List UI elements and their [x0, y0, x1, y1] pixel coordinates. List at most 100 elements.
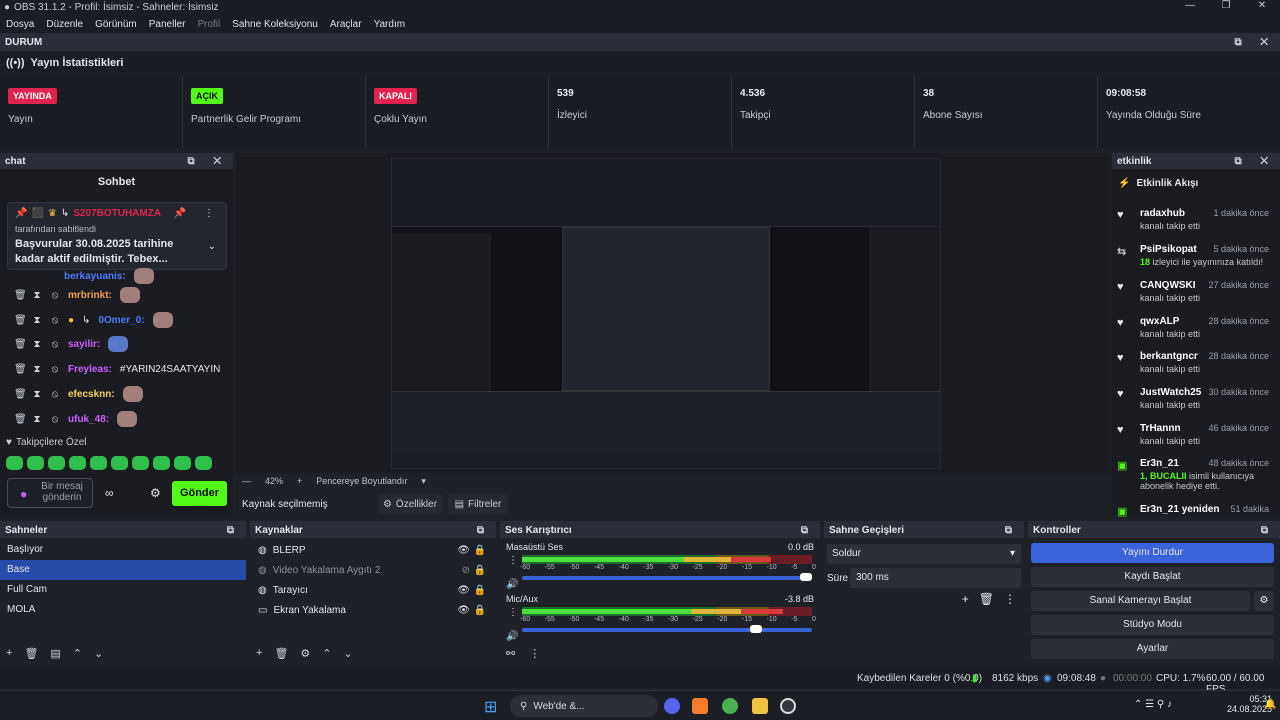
ban-icon[interactable]: ⦸ — [50, 414, 60, 425]
zoom-out-icon[interactable]: — — [242, 476, 251, 486]
emote[interactable] — [48, 456, 65, 470]
menu-gorunum[interactable]: Görünüm — [95, 19, 137, 30]
discord-icon[interactable] — [664, 698, 680, 714]
emote[interactable] — [111, 456, 128, 470]
chat-user[interactable]: sayilir: — [68, 339, 100, 350]
menu-sahne-koleksiyonu[interactable]: Sahne Koleksiyonu — [232, 19, 318, 30]
delete-icon[interactable]: 🗑 — [14, 339, 27, 350]
source-item[interactable]: ◍ BLERP 👁 🔒 — [250, 540, 496, 560]
folder-icon[interactable] — [752, 698, 768, 714]
chat-user[interactable]: ufuk_48: — [68, 414, 109, 425]
windows-start-icon[interactable]: ⊞ — [484, 697, 497, 717]
eye-icon[interactable]: 👁 — [457, 585, 470, 596]
lock-icon[interactable]: 🔒 — [474, 605, 486, 616]
trash-icon[interactable]: 🗑 — [274, 647, 288, 660]
source-item[interactable]: ◍ Video Yakalama Aygıtı 2 ⊘ 🔒 — [250, 560, 496, 580]
ban-icon[interactable]: ⦸ — [50, 389, 60, 400]
emote[interactable] — [153, 456, 170, 470]
dock-float-icon[interactable]: ⧉ — [1005, 525, 1020, 536]
dock-float-icon[interactable]: ⧉ — [801, 525, 816, 536]
filters-button[interactable]: ▤ Filtreler — [448, 494, 508, 514]
menu-profil[interactable]: Profil — [197, 19, 220, 30]
emote[interactable] — [6, 456, 23, 470]
zoom-in-icon[interactable]: + — [297, 476, 302, 486]
properties-button[interactable]: ⚙ Özellikler — [378, 494, 442, 514]
chat-user[interactable]: mrbrinkt: — [68, 290, 112, 301]
link-icon[interactable]: ⚯ — [506, 647, 515, 660]
up-icon[interactable]: ⌃ — [73, 647, 82, 660]
timeout-icon[interactable]: ⧗ — [32, 290, 42, 301]
menu-duzenle[interactable]: Düzenle — [46, 19, 83, 30]
gear-icon[interactable]: ⚙ — [1254, 591, 1274, 611]
menu-yardim[interactable]: Yardım — [374, 19, 406, 30]
chrome-icon[interactable] — [722, 698, 738, 714]
more-icon[interactable]: ⋮ — [529, 647, 540, 660]
obs-icon[interactable] — [780, 698, 796, 714]
ban-icon[interactable]: ⦸ — [50, 364, 60, 375]
more-icon[interactable]: ⋮ — [204, 208, 214, 219]
dock-float-icon[interactable]: ⧉ — [477, 525, 492, 536]
dock-float-icon[interactable]: ⧉ — [1261, 525, 1276, 536]
chat-user[interactable]: 0Omer_0: — [98, 315, 144, 326]
trash-icon[interactable]: 🗑 — [24, 647, 38, 660]
speaker-icon[interactable]: 🔊 — [506, 579, 518, 590]
up-icon[interactable]: ⌃ — [322, 647, 331, 660]
pinned-message[interactable]: 📌 ⬛ ♛ ↳ S207BOTUHAMZA 📌 ⋮ tarafından sab… — [7, 202, 227, 270]
maximize-icon[interactable]: ❐ — [1208, 0, 1244, 11]
studio-mode-button[interactable]: Stüdyo Modu — [1031, 615, 1274, 635]
start-recording-button[interactable]: Kaydı Başlat — [1031, 567, 1274, 587]
scene-item[interactable]: Full Cam — [0, 580, 246, 600]
emote[interactable] — [132, 456, 149, 470]
gear-icon[interactable]: ⚙ — [300, 647, 310, 660]
timeout-icon[interactable]: ⧗ — [32, 315, 42, 326]
delete-icon[interactable]: 🗑 — [14, 389, 27, 400]
timeout-icon[interactable]: ⧗ — [32, 339, 42, 350]
emote[interactable] — [174, 456, 191, 470]
menu-araclar[interactable]: Araçlar — [330, 19, 362, 30]
transition-select[interactable]: Soldur ▾ — [827, 544, 1021, 564]
lock-icon[interactable]: 🔒 — [474, 585, 486, 596]
volume-slider[interactable] — [522, 625, 812, 633]
ban-icon[interactable]: ⦸ — [50, 339, 60, 350]
source-item[interactable]: ▭ Ekran Yakalama 👁 🔒 — [250, 600, 496, 620]
fit-window[interactable]: Pencereye Boyutlandır — [316, 476, 407, 486]
chevron-down-icon[interactable]: ▾ — [421, 476, 426, 487]
delete-icon[interactable]: 🗑 — [14, 315, 27, 326]
emote[interactable] — [69, 456, 86, 470]
timeout-icon[interactable]: ⧗ — [32, 364, 42, 375]
chat-input[interactable]: ● Bir mesaj gönderin — [7, 478, 93, 508]
unpin-icon[interactable]: 📌 — [174, 208, 186, 219]
infinity-icon[interactable]: ∞ — [105, 486, 114, 500]
source-item[interactable]: ◍ Tarayıcı 👁 🔒 — [250, 580, 496, 600]
volume-slider[interactable] — [522, 573, 812, 581]
ban-icon[interactable]: ⦸ — [50, 315, 60, 326]
close-icon[interactable]: ✕ — [1244, 0, 1280, 11]
virtual-camera-button[interactable]: Sanal Kamerayı Başlat — [1031, 591, 1250, 611]
tray-icons[interactable]: ⌃ ☰ ⚲ ♪ — [1134, 699, 1172, 710]
brave-icon[interactable] — [692, 698, 708, 714]
delete-icon[interactable]: 🗑 — [14, 290, 27, 301]
add-icon[interactable]: + — [962, 592, 969, 606]
menu-dosya[interactable]: Dosya — [6, 19, 34, 30]
eye-icon[interactable]: 👁 — [457, 605, 470, 616]
emote[interactable] — [90, 456, 107, 470]
emote[interactable] — [195, 456, 212, 470]
chat-user[interactable]: Freyleas: — [68, 364, 112, 375]
speaker-icon[interactable]: 🔊 — [506, 631, 518, 642]
dock-float-icon[interactable]: ⧉ — [227, 525, 242, 536]
settings-button[interactable]: Ayarlar — [1031, 639, 1274, 659]
scene-item[interactable]: MOLA — [0, 600, 246, 620]
dock-controls-icon[interactable]: ⧉ ✕ — [187, 156, 229, 167]
lock-icon[interactable]: 🔒 — [474, 545, 486, 556]
timeout-icon[interactable]: ⧗ — [32, 389, 42, 400]
scene-item[interactable]: Başlıyor — [0, 540, 246, 560]
more-icon[interactable]: ⋮ — [1004, 592, 1016, 606]
dock-controls-icon[interactable]: ⧉ ✕ — [1234, 156, 1276, 167]
stop-stream-button[interactable]: Yayını Durdur — [1031, 543, 1274, 563]
eye-icon[interactable]: 👁 — [457, 545, 470, 556]
chat-user[interactable]: efecsknn: — [68, 389, 115, 400]
send-button[interactable]: Gönder — [172, 481, 227, 506]
taskbar-search[interactable]: ⚲ Web'de &... — [510, 695, 658, 717]
timeout-icon[interactable]: ⧗ — [32, 414, 42, 425]
notification-icon[interactable]: 🔔 — [1264, 699, 1276, 710]
